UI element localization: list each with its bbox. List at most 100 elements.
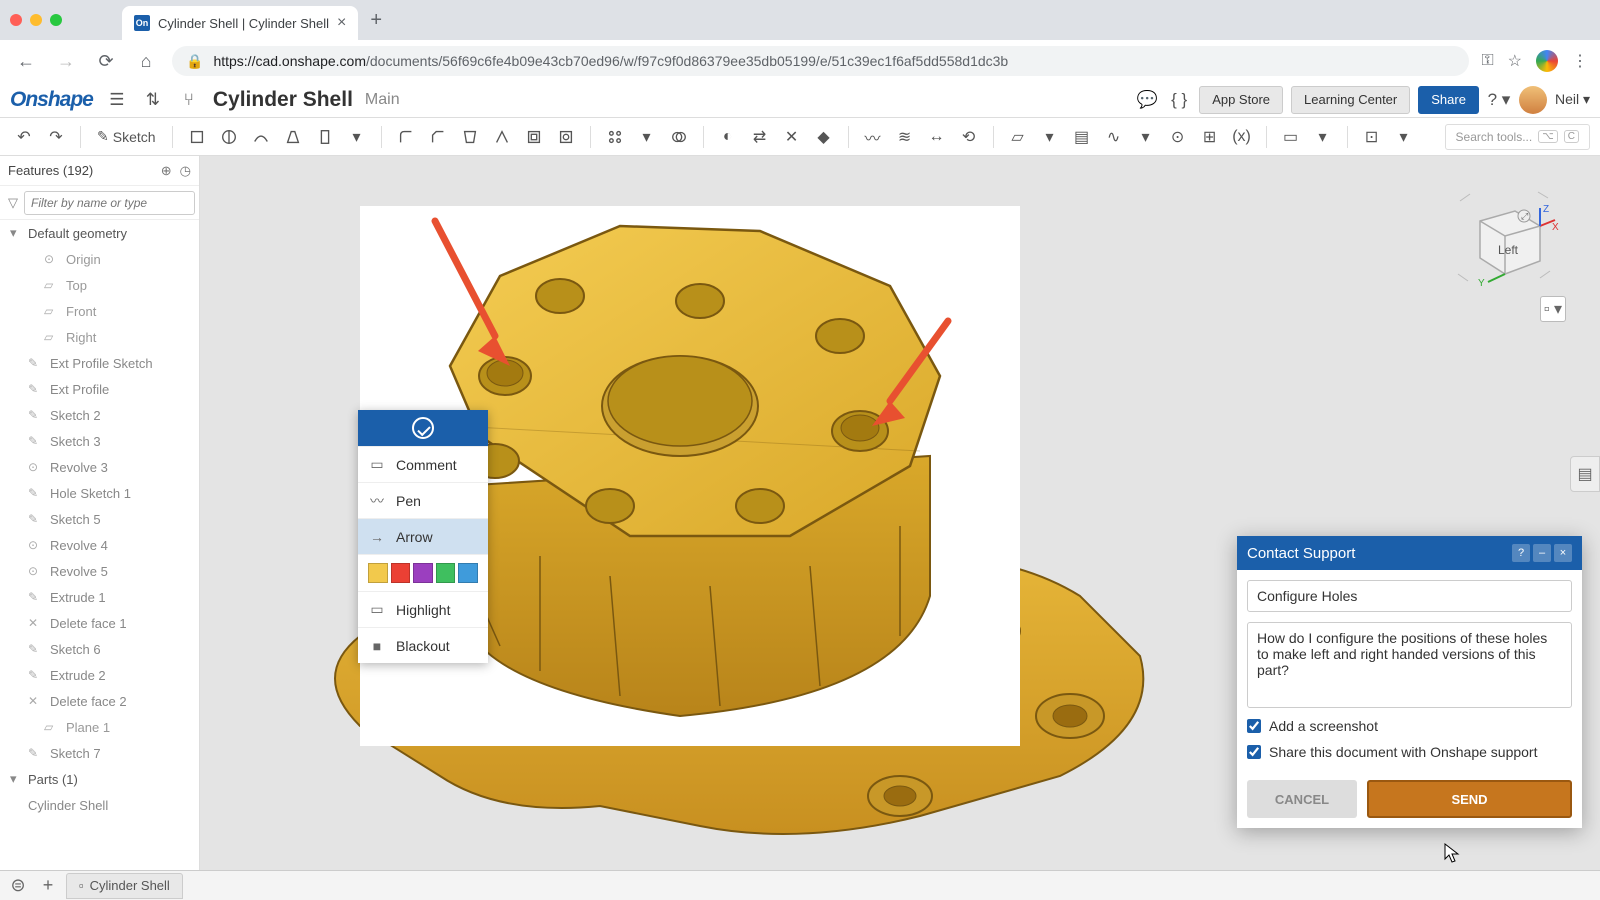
variable-icon[interactable]: (x) [1228, 123, 1256, 151]
loft-icon[interactable] [279, 123, 307, 151]
surface-icon[interactable]: 〰 [859, 123, 887, 151]
redo-button[interactable]: ↷ [42, 123, 70, 151]
forward-button[interactable]: → [52, 47, 80, 75]
curve-icon[interactable]: ∿ [1100, 123, 1128, 151]
tree-icon[interactable]: ⇅ [141, 88, 165, 112]
rib-icon[interactable] [488, 123, 516, 151]
shell-icon[interactable] [520, 123, 548, 151]
extrude-icon[interactable] [183, 123, 211, 151]
feature-item[interactable]: ✎Sketch 3 [0, 428, 199, 454]
feature-item[interactable]: ▱Right [0, 324, 199, 350]
feature-item[interactable]: ⊙Revolve 5 [0, 558, 199, 584]
annotation-highlight[interactable]: ▭Highlight [358, 591, 488, 627]
filter-icon[interactable]: ▽ [8, 195, 18, 211]
branch-icon[interactable]: ⑂ [177, 88, 201, 112]
feature-item[interactable]: ✎Sketch 7 [0, 740, 199, 766]
hole-icon[interactable] [552, 123, 580, 151]
close-icon[interactable]: × [1554, 544, 1572, 562]
sweep-icon[interactable] [247, 123, 275, 151]
settings-icon[interactable]: ⊜ [6, 874, 30, 898]
parts-section[interactable]: ▾Parts (1) [0, 766, 199, 792]
split-icon[interactable]: ◐ [714, 123, 742, 151]
feature-item[interactable]: ✎Ext Profile Sketch [0, 350, 199, 376]
pattern-icon[interactable] [601, 123, 629, 151]
support-dialog-header[interactable]: Contact Support ? – × [1237, 536, 1582, 570]
feature-item[interactable]: ✕Delete face 1 [0, 610, 199, 636]
onshape-logo[interactable]: Onshape [10, 88, 93, 112]
menu-icon[interactable]: ☰ [105, 88, 129, 112]
support-body-textarea[interactable] [1247, 622, 1572, 708]
new-tab-button[interactable]: + [370, 9, 382, 32]
replace-icon[interactable]: ⟲ [955, 123, 983, 151]
color-swatch[interactable] [391, 563, 411, 583]
transform-icon[interactable]: ⇄ [746, 123, 774, 151]
dropdown-icon[interactable]: ▾ [1309, 123, 1337, 151]
profile-icon[interactable] [1536, 50, 1558, 72]
learning-center-button[interactable]: Learning Center [1291, 86, 1410, 114]
modify-icon[interactable]: ◆ [810, 123, 838, 151]
dropdown-icon[interactable]: ▾ [1132, 123, 1160, 151]
user-avatar[interactable] [1519, 86, 1547, 114]
feature-item[interactable]: ✎Extrude 1 [0, 584, 199, 610]
key-icon[interactable]: ⚿ [1481, 52, 1493, 70]
point-icon[interactable]: ⊙ [1164, 123, 1192, 151]
feature-item[interactable]: ✎Ext Profile [0, 376, 199, 402]
close-tab-icon[interactable]: × [337, 14, 346, 32]
help-icon[interactable]: ? ▾ [1487, 88, 1511, 112]
annotation-arrow[interactable]: →Arrow [358, 518, 488, 554]
part-item[interactable]: Cylinder Shell [0, 792, 199, 818]
chamfer-icon[interactable] [424, 123, 452, 151]
default-geometry-section[interactable]: ▾Default geometry [0, 220, 199, 246]
draft-icon[interactable] [456, 123, 484, 151]
dropdown-icon[interactable]: ▾ [1390, 123, 1418, 151]
document-title[interactable]: Cylinder Shell [213, 88, 353, 112]
star-icon[interactable]: ☆ [1508, 51, 1522, 71]
support-subject-input[interactable] [1247, 580, 1572, 612]
thicken-icon[interactable] [311, 123, 339, 151]
annotation-pen[interactable]: 〰Pen [358, 482, 488, 518]
undo-button[interactable]: ↶ [10, 123, 38, 151]
delete-icon[interactable]: ✕ [778, 123, 806, 151]
add-feature-icon[interactable]: ⊕ [161, 163, 172, 179]
user-name[interactable]: Neil ▾ [1555, 91, 1590, 108]
feature-item[interactable]: ✎Sketch 5 [0, 506, 199, 532]
annotation-comment[interactable]: ▭Comment [358, 446, 488, 482]
window-controls[interactable] [10, 14, 62, 26]
browser-tab[interactable]: On Cylinder Shell | Cylinder Shell × [122, 6, 358, 40]
sheet-icon[interactable]: ▭ [1277, 123, 1305, 151]
mate-icon[interactable]: ⊞ [1196, 123, 1224, 151]
feature-item[interactable]: ✎Sketch 2 [0, 402, 199, 428]
search-tools-input[interactable]: Search tools... ⌥C [1445, 124, 1590, 150]
rollback-icon[interactable]: ◷ [180, 163, 191, 179]
add-tab-button[interactable]: + [36, 874, 60, 898]
dropdown-icon[interactable]: ▾ [1036, 123, 1064, 151]
color-swatch[interactable] [368, 563, 388, 583]
braces-icon[interactable]: { } [1167, 88, 1191, 112]
color-swatch[interactable] [458, 563, 478, 583]
feature-filter-input[interactable] [24, 191, 195, 215]
cancel-button[interactable]: CANCEL [1247, 780, 1357, 818]
part-studio-tab[interactable]: ▫ Cylinder Shell [66, 873, 183, 899]
plane-icon[interactable]: ▱ [1004, 123, 1032, 151]
feature-item[interactable]: ▱Top [0, 272, 199, 298]
maximize-window-icon[interactable] [50, 14, 62, 26]
screenshot-checkbox[interactable]: Add a screenshot [1247, 718, 1572, 734]
feature-item[interactable]: ⊙Revolve 4 [0, 532, 199, 558]
view-cube-icon[interactable]: ▫ ▾ [1540, 296, 1566, 322]
dropdown-icon[interactable]: ▾ [343, 123, 371, 151]
offset-icon[interactable]: ≋ [891, 123, 919, 151]
view-cube[interactable]: Left X Y Z ⤢ [1440, 186, 1560, 296]
feature-item[interactable]: ⊙Revolve 3 [0, 454, 199, 480]
share-button[interactable]: Share [1418, 86, 1479, 114]
frame-icon[interactable]: ⊡ [1358, 123, 1386, 151]
menu-icon[interactable]: ⋮ [1572, 51, 1588, 71]
feature-item[interactable]: ▱Plane 1 [0, 714, 199, 740]
branch-name[interactable]: Main [365, 91, 400, 109]
back-button[interactable]: ← [12, 47, 40, 75]
app-store-button[interactable]: App Store [1199, 86, 1283, 114]
annotation-blackout[interactable]: ■Blackout [358, 627, 488, 663]
feature-item[interactable]: ⊙Origin [0, 246, 199, 272]
boolean-icon[interactable] [665, 123, 693, 151]
right-dock-icon[interactable]: ▤ [1570, 456, 1600, 492]
color-swatch[interactable] [413, 563, 433, 583]
